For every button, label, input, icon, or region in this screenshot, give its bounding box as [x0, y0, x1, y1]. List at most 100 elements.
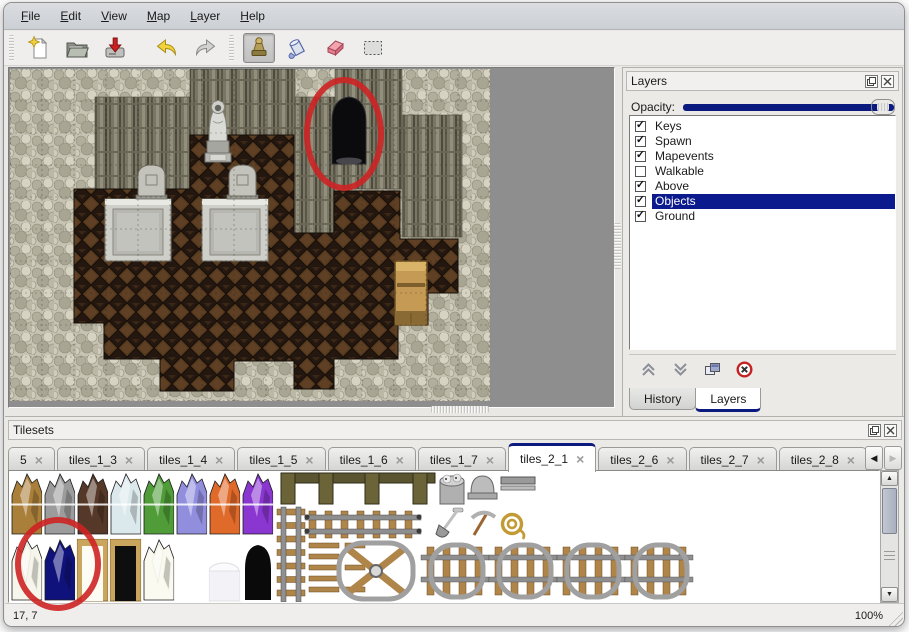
layer-name-text: Walkable: [655, 164, 704, 178]
layer-name-text: Spawn: [655, 134, 692, 148]
tab-label: tiles_2_6: [610, 453, 658, 467]
close-tab-icon[interactable]: ×: [576, 452, 584, 466]
delete-layer-button[interactable]: [731, 358, 757, 382]
menu-file[interactable]: File: [12, 6, 49, 26]
menu-view[interactable]: View: [92, 6, 136, 26]
scroll-tabs-left-button[interactable]: ◀: [865, 446, 883, 470]
close-tab-icon[interactable]: ×: [486, 453, 494, 467]
tab-label: tiles_1_7: [430, 453, 478, 467]
scroll-tabs-right-button[interactable]: ▶: [884, 446, 902, 470]
layer-visibility-checkbox[interactable]: ✓: [635, 196, 646, 207]
toolbar-handle[interactable]: [9, 35, 14, 61]
layers-panel-title: Layers: [631, 74, 862, 88]
close-tab-icon[interactable]: ×: [847, 453, 855, 467]
float-panel-button[interactable]: [865, 75, 878, 88]
float-panel-button[interactable]: [868, 424, 881, 437]
toolbar-handle[interactable]: [229, 35, 234, 61]
close-tab-icon[interactable]: ×: [666, 453, 674, 467]
copy-icon: [704, 362, 721, 377]
check-icon: ✓: [636, 150, 645, 161]
close-tab-icon[interactable]: ×: [35, 453, 43, 467]
save-map-button[interactable]: [99, 33, 131, 63]
menu-help[interactable]: Help: [231, 6, 274, 26]
tileset-tab[interactable]: tiles_1_7 ×: [418, 447, 506, 471]
close-panel-button[interactable]: [881, 75, 894, 88]
tileset-tab[interactable]: tiles_1_4×: [147, 447, 235, 471]
menu-layer[interactable]: Layer: [181, 6, 229, 26]
layer-visibility-checkbox[interactable]: ✓: [635, 136, 646, 147]
duplicate-layer-button[interactable]: [699, 358, 725, 382]
tileset-tab[interactable]: tiles_1_6 ×: [328, 447, 416, 471]
layer-row[interactable]: ✓ Walkable: [630, 164, 895, 179]
stamp-tool-icon: [246, 35, 272, 61]
layer-name[interactable]: Mapevents: [652, 149, 895, 164]
tileset-tab[interactable]: tiles_2_6 ×: [598, 447, 686, 471]
close-tab-icon[interactable]: ×: [757, 453, 765, 467]
tilesets-panel-titlebar[interactable]: Tilesets: [8, 420, 902, 440]
tileset-view[interactable]: [8, 470, 880, 603]
layer-name[interactable]: Walkable: [652, 164, 895, 179]
layer-visibility-checkbox[interactable]: ✓: [635, 166, 646, 177]
layer-row[interactable]: ✓ Ground: [630, 209, 895, 224]
tileset-tab[interactable]: tiles_2_7×: [689, 447, 777, 471]
select-tool-button[interactable]: [357, 33, 389, 63]
layer-name[interactable]: Keys: [652, 119, 895, 134]
resize-grip[interactable]: [888, 611, 903, 626]
tab-label: Layers: [710, 392, 746, 406]
scroll-up-button[interactable]: ▲: [881, 471, 898, 486]
tileset-tab[interactable]: tiles_2_1×: [508, 443, 596, 472]
redo-button[interactable]: [189, 33, 221, 63]
layer-name[interactable]: Above: [652, 179, 895, 194]
move-layer-up-button[interactable]: [635, 358, 661, 382]
arrow-right-icon: ▶: [890, 453, 897, 464]
opacity-slider[interactable]: [683, 104, 894, 111]
close-tab-icon[interactable]: ×: [305, 453, 313, 467]
tab-label: tiles_1_6: [340, 453, 388, 467]
layer-name[interactable]: Ground: [652, 209, 895, 224]
layer-visibility-checkbox[interactable]: ✓: [635, 151, 646, 162]
close-tab-icon[interactable]: ×: [125, 453, 133, 467]
scroll-down-button[interactable]: ▼: [881, 587, 898, 602]
map-canvas[interactable]: [8, 67, 615, 408]
layers-panel-titlebar[interactable]: Layers: [626, 71, 899, 91]
undo-button[interactable]: [151, 33, 183, 63]
horizontal-splitter[interactable]: [431, 406, 489, 413]
menu-map[interactable]: Map: [138, 6, 179, 26]
fill-tool-button[interactable]: [281, 33, 313, 63]
vertical-splitter[interactable]: [614, 223, 621, 269]
map-render: [10, 69, 490, 401]
layer-name[interactable]: Spawn: [652, 134, 895, 149]
layer-row[interactable]: ✓ Mapevents: [630, 149, 895, 164]
layer-visibility-checkbox[interactable]: ✓: [635, 121, 646, 132]
close-tab-icon[interactable]: ×: [396, 453, 404, 467]
layer-row[interactable]: ✓ Above: [630, 179, 895, 194]
menu-edit[interactable]: Edit: [51, 6, 90, 26]
delete-icon: [736, 361, 753, 378]
layer-name[interactable]: Objects: [652, 194, 895, 209]
tileset-render: [9, 471, 877, 602]
opacity-slider-handle[interactable]: [871, 99, 895, 115]
move-layer-down-button[interactable]: [667, 358, 693, 382]
check-icon: ✓: [636, 120, 645, 131]
tab-label: 5: [20, 453, 27, 467]
tileset-tab[interactable]: tiles_1_5×: [237, 447, 325, 471]
new-map-button[interactable]: [23, 33, 55, 63]
tileset-scrollbar[interactable]: ▲ ▼: [880, 470, 899, 603]
tileset-tab[interactable]: 5×: [8, 447, 55, 471]
layer-visibility-checkbox[interactable]: ✓: [635, 181, 646, 192]
scrollbar-thumb[interactable]: [882, 488, 897, 534]
layer-row[interactable]: ✓ Spawn: [630, 134, 895, 149]
layer-visibility-checkbox[interactable]: ✓: [635, 211, 646, 222]
close-tab-icon[interactable]: ×: [215, 453, 223, 467]
tileset-tab[interactable]: tiles_2_8×: [779, 447, 867, 471]
tab-history[interactable]: History: [629, 388, 696, 410]
layer-row[interactable]: ✓ Keys: [630, 119, 895, 134]
check-icon: ✓: [636, 195, 645, 206]
tab-layers[interactable]: Layers: [695, 388, 761, 412]
stamp-tool-button[interactable]: [243, 33, 275, 63]
open-map-button[interactable]: [61, 33, 93, 63]
layer-row[interactable]: ✓ Objects: [630, 194, 895, 209]
close-panel-button[interactable]: [884, 424, 897, 437]
eraser-tool-button[interactable]: [319, 33, 351, 63]
tileset-tab[interactable]: tiles_1_3×: [57, 447, 145, 471]
